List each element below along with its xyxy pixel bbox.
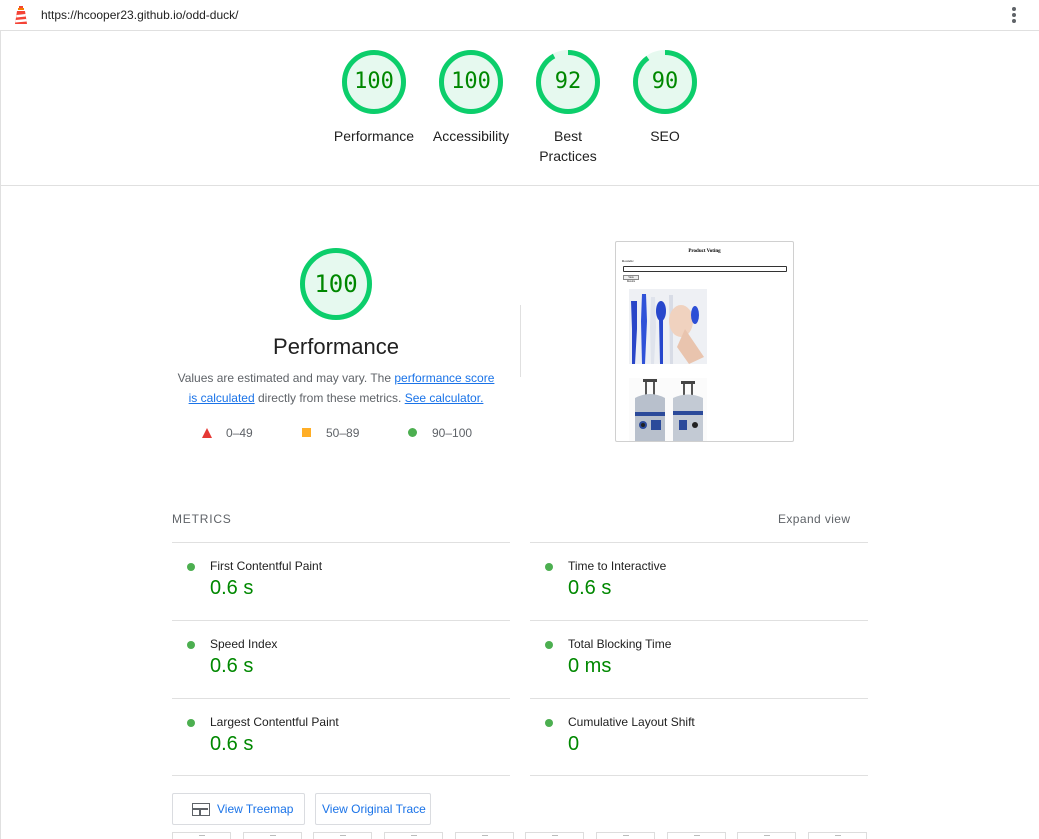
gauge-score: 90 [651,69,679,94]
square-icon [302,428,311,437]
metric-value: 0.6 s [568,577,612,599]
filmstrip-frame [384,832,443,839]
filmstrip-frame [525,832,584,839]
product-image-cutlery [629,289,707,364]
gauge-ring: 100 [438,49,504,115]
gauge-label: SEO [650,128,680,144]
gauge-label: Performance [333,128,415,144]
metric-largest-contentful-paint: Largest Contentful Paint 0.6 s [172,713,492,783]
metric-time-to-interactive: Time to Interactive 0.6 s [530,557,850,627]
see-calculator-link[interactable]: See calculator. [405,391,484,405]
gauge-label: Best Practices [539,128,597,164]
gauge-performance[interactable]: 100 Performance [326,49,422,146]
pass-indicator-icon [187,719,195,727]
divider [0,185,1039,186]
divider [530,542,868,543]
metric-value: 0.6 s [210,733,254,755]
divider [530,775,868,776]
filmstrip-frame [313,832,372,839]
legend-range: 90–100 [432,426,473,440]
gauge-score: 92 [554,69,582,94]
gauge-ring: 100 [341,49,407,115]
gauge-ring: 92 [535,49,601,115]
metric-speed-index: Speed Index 0.6 s [172,635,492,705]
page-url: https://hcooper23.github.io/odd-duck/ [41,8,239,22]
screenshot-input [623,266,787,272]
divider [530,620,868,621]
metric-label: Speed Index [210,637,278,651]
metric-value: 0.6 s [210,577,254,599]
more-vertical-icon[interactable] [1011,7,1017,25]
browser-toolbar: https://hcooper23.github.io/odd-duck/ [0,0,1039,31]
metric-label: Cumulative Layout Shift [568,715,695,729]
metric-cumulative-layout-shift: Cumulative Layout Shift 0 [530,713,850,783]
screenshot-page-title: Product Voting [688,249,721,254]
expand-view-button[interactable]: Expand view [778,512,850,526]
triangle-icon [202,428,212,438]
metric-value: 0 ms [568,655,612,677]
divider [530,698,868,699]
pass-indicator-icon [545,719,553,727]
circle-icon [408,428,417,437]
metric-total-blocking-time: Total Blocking Time 0 ms [530,635,850,705]
gauge-seo[interactable]: 90 SEO [617,49,713,146]
treemap-icon [192,803,210,816]
metric-label: Time to Interactive [568,559,667,573]
button-label: View Treemap [217,802,294,816]
pass-indicator-icon [545,641,553,649]
gauge-score: 100 [354,69,394,94]
filmstrip [172,832,872,839]
filmstrip-frame [808,832,867,839]
metric-value: 0.6 s [210,655,254,677]
filmstrip-frame [455,832,514,839]
metric-label: First Contentful Paint [210,559,323,573]
filmstrip-frame [737,832,796,839]
gauge-ring: 90 [632,49,698,115]
view-original-trace-button[interactable]: View Original Trace [315,793,431,825]
divider [172,542,510,543]
button-label: View Original Trace [322,802,426,816]
performance-gauge: 100 [299,247,373,321]
performance-description: Values are estimated and may vary. The p… [172,368,500,408]
divider [172,775,510,776]
metric-first-contentful-paint: First Contentful Paint 0.6 s [172,557,492,627]
desc-text: directly from these metrics. [254,391,405,405]
metrics-heading: METRICS [172,512,232,526]
lighthouse-icon [15,6,27,24]
filmstrip-frame [667,832,726,839]
performance-score: 100 [314,270,358,298]
filmstrip-frame [596,832,655,839]
view-treemap-button[interactable]: View Treemap [172,793,305,825]
screenshot-field-label: Rounds: [622,259,634,263]
gauge-label: Accessibility [432,128,510,144]
metric-label: Largest Contentful Paint [210,715,339,729]
gauge-accessibility[interactable]: 100 Accessibility [423,49,519,146]
metric-value: 0 [568,733,580,755]
pass-indicator-icon [187,563,195,571]
final-screenshot[interactable]: Product Voting Rounds: View Results [615,241,794,442]
divider [172,620,510,621]
legend-range: 0–49 [226,426,253,440]
screenshot-button: View Results [623,275,639,283]
pass-indicator-icon [545,563,553,571]
gauge-best-practices[interactable]: 92 Best Practices [520,49,616,166]
desc-text: Values are estimated and may vary. The [177,371,395,385]
vertical-divider [520,305,521,377]
filmstrip-frame [172,832,231,839]
metric-label: Total Blocking Time [568,637,672,651]
category-gauges: 100 Performance 100 Accessibility 92 Bes… [0,49,1039,169]
divider [172,698,510,699]
product-image-r2d2-luggage [629,378,707,441]
filmstrip-frame [243,832,302,839]
legend-range: 50–89 [326,426,360,440]
gauge-score: 100 [451,69,491,94]
pass-indicator-icon [187,641,195,649]
performance-title: Performance [273,334,399,359]
